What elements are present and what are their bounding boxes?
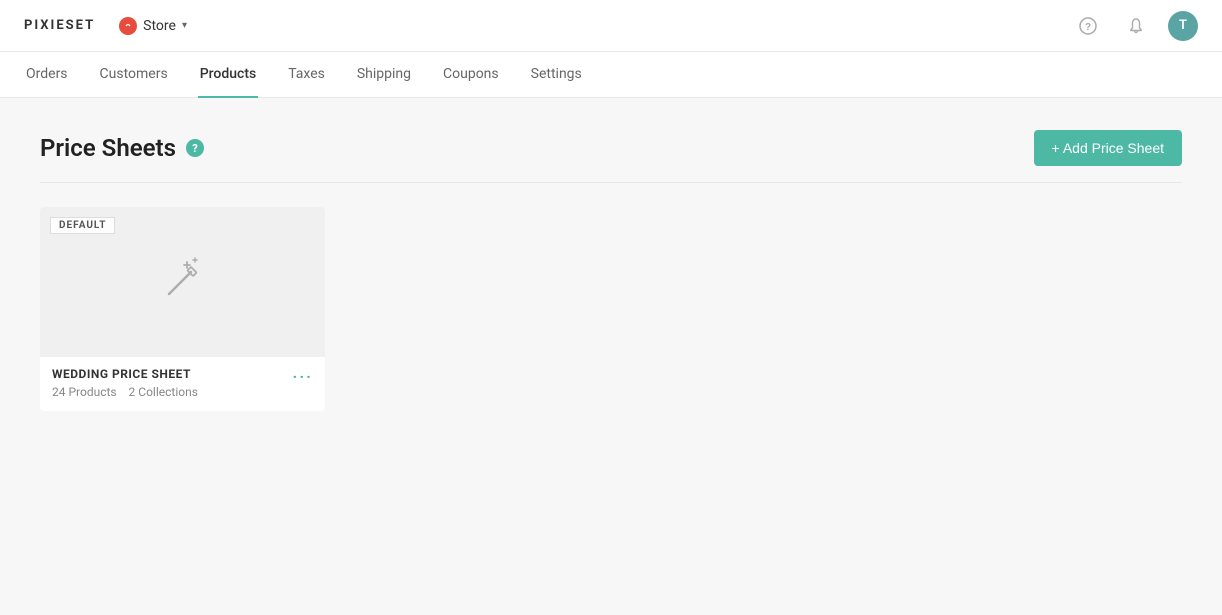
- avatar[interactable]: T: [1168, 11, 1198, 41]
- main-content: Price Sheets ? + Add Price Sheet DEFAULT: [0, 98, 1222, 443]
- card-details: WEDDING PRICE SHEET 24 Products 2 Collec…: [52, 367, 198, 399]
- products-count: 24 Products: [52, 385, 117, 399]
- top-nav-right: ? T: [1072, 10, 1198, 42]
- default-badge: DEFAULT: [50, 217, 115, 234]
- card-meta: 24 Products 2 Collections: [52, 385, 198, 399]
- nav-item-products[interactable]: Products: [198, 52, 259, 98]
- help-button[interactable]: ?: [1072, 10, 1104, 42]
- store-label: Store: [143, 18, 176, 34]
- chevron-down-icon: ▾: [182, 20, 187, 31]
- nav-item-settings[interactable]: Settings: [529, 52, 584, 98]
- store-icon: [119, 17, 137, 35]
- add-price-sheet-button[interactable]: + Add Price Sheet: [1034, 130, 1182, 166]
- card-name: WEDDING PRICE SHEET: [52, 367, 198, 381]
- nav-item-coupons[interactable]: Coupons: [441, 52, 501, 98]
- card-more-button[interactable]: ···: [293, 367, 313, 385]
- collections-count: 2 Collections: [129, 385, 198, 399]
- notifications-button[interactable]: [1120, 10, 1152, 42]
- top-navbar: PIXIESET Store ▾ ? T: [0, 0, 1222, 52]
- card-info: WEDDING PRICE SHEET 24 Products 2 Collec…: [40, 357, 325, 411]
- secondary-navbar: Orders Customers Products Taxes Shipping…: [0, 52, 1222, 98]
- nav-item-customers[interactable]: Customers: [98, 52, 170, 98]
- card-thumbnail: DEFAULT: [40, 207, 325, 357]
- price-sheets-grid: DEFAULT WE: [40, 207, 1182, 411]
- page-title-area: Price Sheets ?: [40, 134, 204, 162]
- page-title: Price Sheets: [40, 134, 176, 162]
- page-header: Price Sheets ? + Add Price Sheet: [40, 130, 1182, 183]
- wand-icon: [157, 254, 209, 310]
- svg-text:?: ?: [1085, 22, 1091, 33]
- help-icon[interactable]: ?: [186, 139, 204, 157]
- logo: PIXIESET: [24, 18, 95, 33]
- nav-item-taxes[interactable]: Taxes: [286, 52, 327, 98]
- nav-item-orders[interactable]: Orders: [24, 52, 70, 98]
- top-nav-left: PIXIESET Store ▾: [24, 13, 195, 39]
- nav-item-shipping[interactable]: Shipping: [355, 52, 413, 98]
- price-sheet-card[interactable]: DEFAULT WE: [40, 207, 325, 411]
- store-switcher[interactable]: Store ▾: [111, 13, 195, 39]
